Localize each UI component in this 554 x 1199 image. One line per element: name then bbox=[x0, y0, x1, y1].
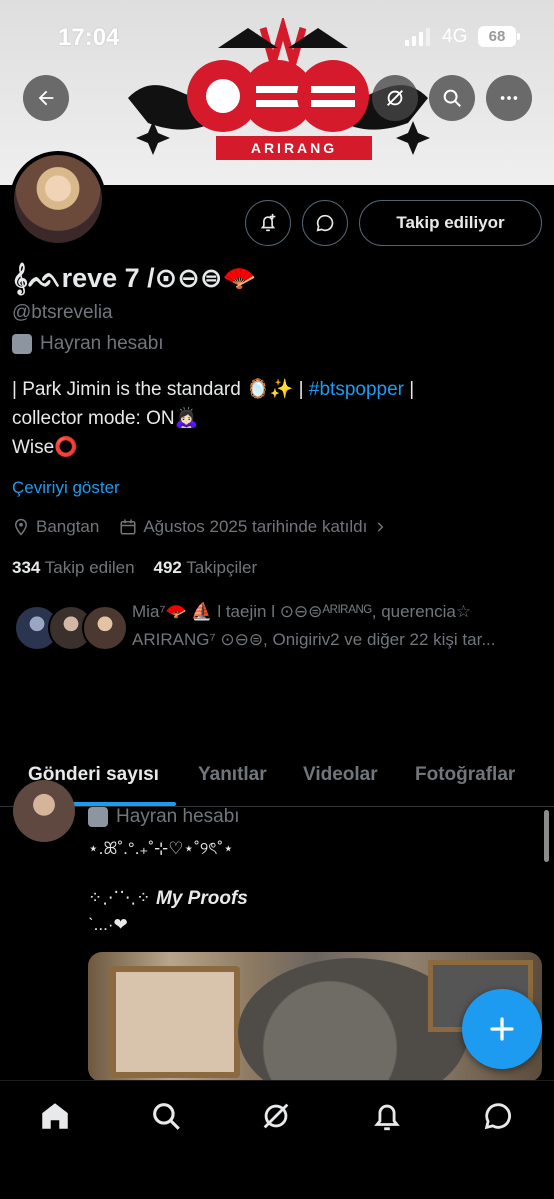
post-account-label: Hayran hesabı bbox=[88, 806, 240, 828]
back-button[interactable] bbox=[23, 75, 69, 121]
compose-button[interactable] bbox=[462, 989, 542, 1069]
chevron-right-icon[interactable] bbox=[373, 520, 387, 534]
more-button[interactable] bbox=[486, 75, 532, 121]
tab-replies[interactable]: Yanıtlar bbox=[198, 764, 267, 786]
notifications-icon[interactable] bbox=[370, 1099, 404, 1133]
following-link[interactable]: 334 Takip edilen bbox=[12, 558, 135, 577]
post-line1: ⋆.ꕤ˚.°.₊˚⊹♡⋆˚୨ৎ˚⋆ bbox=[88, 839, 234, 858]
post-avatar[interactable] bbox=[13, 780, 75, 842]
photo-frame bbox=[110, 966, 240, 1078]
signal-icon bbox=[405, 28, 430, 46]
account-label: Hayran hesabı bbox=[12, 333, 164, 355]
search-button[interactable] bbox=[429, 75, 475, 121]
post-label-text: Hayran hesabı bbox=[116, 806, 240, 827]
no-signal-icon bbox=[387, 90, 403, 106]
message-button[interactable] bbox=[302, 200, 348, 246]
bell-plus-icon bbox=[260, 213, 276, 232]
following-label: Takip edilen bbox=[44, 558, 135, 577]
notify-button[interactable] bbox=[245, 200, 291, 246]
grok-button[interactable] bbox=[372, 75, 418, 121]
message-icon bbox=[316, 214, 334, 232]
mask-icon bbox=[88, 807, 108, 827]
post-line2: ⁘⋰⋱⁘ bbox=[88, 888, 151, 907]
bio-hashtag-link[interactable]: #btspopper bbox=[309, 379, 404, 400]
followers-link[interactable]: 492 Takipçiler bbox=[153, 558, 257, 577]
profile-meta: Bangtan Ağustos 2025 tarihinde katıldı bbox=[12, 517, 407, 537]
following-button[interactable]: Takip ediliyor bbox=[359, 200, 542, 246]
scrollbar[interactable] bbox=[544, 810, 549, 862]
translate-link[interactable]: Çeviriyi göster bbox=[12, 478, 120, 498]
status-bar: 17:04 4G 68 bbox=[0, 18, 554, 58]
bio-line1-suffix: | bbox=[403, 379, 415, 400]
search-icon[interactable] bbox=[149, 1099, 183, 1133]
tab-photos[interactable]: Fotoğraflar bbox=[415, 764, 515, 786]
joined-date: Ağustos 2025 tarihinde katıldı bbox=[143, 517, 368, 536]
bio-line1-prefix: | Park Jimin is the standard 🪞✨ | bbox=[12, 379, 309, 400]
network-type: 4G bbox=[442, 26, 468, 47]
tab-videos[interactable]: Videolar bbox=[303, 764, 378, 786]
account-label-text: Hayran hesabı bbox=[40, 333, 164, 354]
profile-bio: | Park Jimin is the standard 🪞✨ | #btspo… bbox=[12, 375, 542, 462]
location-icon bbox=[14, 518, 28, 536]
banner-text: ARIRANG bbox=[216, 136, 372, 160]
profile-avatar[interactable] bbox=[10, 151, 106, 247]
more-icon bbox=[500, 96, 518, 100]
battery-icon: 68 bbox=[478, 26, 520, 47]
followed-by-line2: ARIRANG⁷ ⊙⊖⊜, Onigiriv2 ve diğer 22 kişi… bbox=[132, 630, 496, 649]
followers-count: 492 bbox=[153, 558, 182, 577]
following-count: 334 bbox=[12, 558, 41, 577]
followed-by-line1: Mia⁷🪭 ⛵ l taejin l ⊙⊖⊜ᴬᴿᴵᴿᴬᴺᴳ, querencia… bbox=[132, 602, 472, 621]
username-handle: @btsrevelia bbox=[12, 302, 113, 323]
followers-label: Takipçiler bbox=[186, 558, 258, 577]
follow-counts: 334 Takip edilen 492 Takipçiler bbox=[12, 558, 257, 578]
profile-tabs: Gönderi sayısı Yanıtlar Videolar Fotoğra… bbox=[0, 752, 554, 807]
status-time: 17:04 bbox=[58, 24, 120, 51]
back-arrow-icon bbox=[38, 90, 54, 106]
followed-by-text[interactable]: Mia⁷🪭 ⛵ l taejin l ⊙⊖⊜ᴬᴿᴵᴿᴬᴺᴳ, querencia… bbox=[132, 598, 542, 654]
messages-icon[interactable] bbox=[481, 1099, 515, 1133]
post-line3: ˋ...·❤ bbox=[88, 915, 128, 934]
search-icon bbox=[443, 89, 461, 107]
mask-icon bbox=[12, 334, 32, 354]
followed-by-avatars[interactable] bbox=[14, 605, 128, 655]
home-icon[interactable] bbox=[38, 1099, 72, 1133]
calendar-icon bbox=[120, 519, 136, 535]
bio-line3: Wise⭕ bbox=[12, 437, 78, 458]
plus-icon bbox=[490, 1017, 514, 1041]
bio-line2: collector mode: ON🙇🏻‍♀️ bbox=[12, 408, 199, 429]
grok-icon[interactable] bbox=[259, 1099, 293, 1133]
display-name: 𝄞ᨒreve 7 /⊙⊖⊜🪭 bbox=[12, 263, 257, 293]
post-proofs-text: My Proofs bbox=[156, 888, 248, 909]
location-text: Bangtan bbox=[36, 517, 100, 536]
bottom-navigation bbox=[0, 1080, 554, 1199]
avatar bbox=[82, 605, 128, 651]
